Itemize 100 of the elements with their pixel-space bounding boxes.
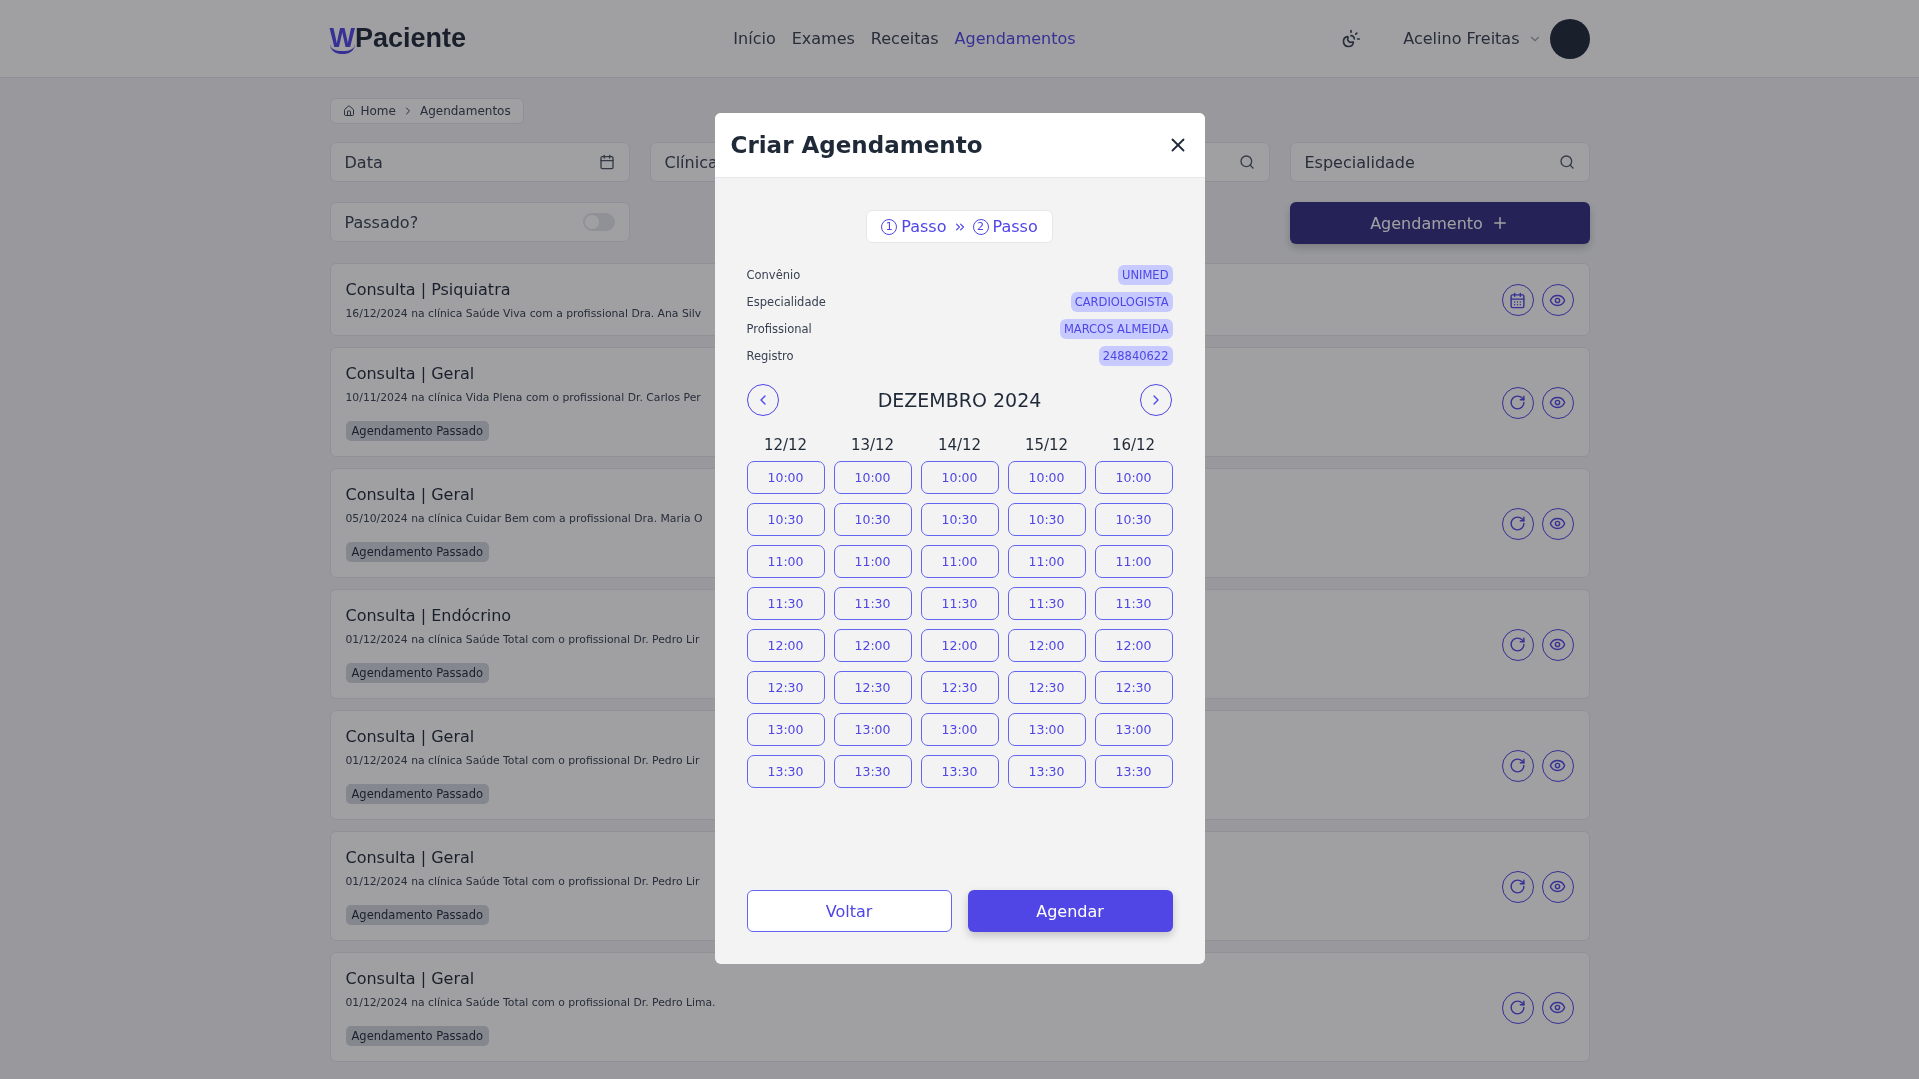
time-slot-button[interactable]: 12:00 bbox=[833, 629, 912, 662]
time-slot-button[interactable]: 10:30 bbox=[833, 503, 912, 536]
time-slot-button[interactable]: 10:30 bbox=[746, 503, 825, 536]
detail-label: Profissional bbox=[746, 322, 812, 336]
status-tag: Agendamento Passado bbox=[345, 1026, 489, 1046]
time-slot-button[interactable]: 12:30 bbox=[1007, 671, 1086, 704]
time-slot-button[interactable]: 12:30 bbox=[833, 671, 912, 704]
time-slot-button[interactable]: 11:30 bbox=[833, 587, 912, 620]
eye-icon bbox=[1549, 757, 1566, 774]
time-slot-button[interactable]: 10:30 bbox=[1094, 503, 1173, 536]
appointment-description: 10/11/2024 na clínica Vida Plena com o profissional Dr. Carlos Per bbox=[345, 391, 701, 404]
eye-icon bbox=[1549, 999, 1566, 1016]
time-slot-button[interactable]: 13:00 bbox=[833, 713, 912, 746]
time-slot-button[interactable]: 10:30 bbox=[1007, 503, 1086, 536]
nav-link[interactable]: Receitas bbox=[870, 29, 939, 48]
avatar[interactable] bbox=[1549, 18, 1590, 59]
time-slot-button[interactable]: 13:00 bbox=[920, 713, 999, 746]
time-slot-button[interactable]: 12:30 bbox=[920, 671, 999, 704]
time-slot-button[interactable]: 11:30 bbox=[746, 587, 825, 620]
month-title: DEZEMBRO 2024 bbox=[877, 389, 1042, 411]
time-slot-button[interactable]: 11:00 bbox=[1007, 545, 1086, 578]
time-slot-button[interactable]: 10:00 bbox=[1007, 461, 1086, 494]
nav-link[interactable]: Agendamentos bbox=[954, 29, 1076, 48]
day-header: 14/12 bbox=[936, 436, 983, 454]
status-tag: Agendamento Passado bbox=[345, 421, 489, 441]
time-slot-button[interactable]: 11:30 bbox=[920, 587, 999, 620]
time-slot-button[interactable]: 12:30 bbox=[746, 671, 825, 704]
appointment-description: 05/10/2024 na clínica Cuidar Bem com a profissional Dra. Maria O bbox=[345, 512, 703, 525]
time-slot-button[interactable]: 12:00 bbox=[920, 629, 999, 662]
logo: WPaciente bbox=[329, 22, 468, 55]
user-name[interactable]: Acelino Freitas bbox=[1403, 29, 1520, 48]
time-slot-button[interactable]: 10:00 bbox=[1094, 461, 1173, 494]
breadcrumb-link[interactable]: Home bbox=[360, 104, 396, 118]
time-slot-button[interactable]: 10:30 bbox=[920, 503, 999, 536]
time-slot-button[interactable]: 11:00 bbox=[833, 545, 912, 578]
day-header: 15/12 bbox=[1023, 436, 1070, 454]
home-icon bbox=[342, 105, 355, 117]
appointment-description: 01/12/2024 na clínica Saúde Total com o profissional Dr. Pedro Lir bbox=[345, 754, 700, 767]
appointment-description: 01/12/2024 na clínica Saúde Total com o profissional Dr. Pedro Lir bbox=[345, 875, 700, 888]
appointment-title: Consulta | Geral bbox=[345, 727, 476, 746]
appointment-title: Consulta | Geral bbox=[345, 485, 476, 504]
time-slot-button[interactable]: 13:30 bbox=[920, 755, 999, 788]
time-slot-button[interactable]: 11:00 bbox=[920, 545, 999, 578]
toggle-label: Passado? bbox=[344, 212, 419, 232]
time-slot-button[interactable]: 11:30 bbox=[1094, 587, 1173, 620]
status-tag: Agendamento Passado bbox=[345, 905, 489, 925]
detail-label: Convênio bbox=[746, 268, 801, 282]
schedule-button[interactable]: Agendar bbox=[967, 890, 1173, 932]
time-slot-button[interactable]: 12:00 bbox=[1094, 629, 1173, 662]
time-slot-button[interactable]: 12:30 bbox=[1094, 671, 1173, 704]
status-tag: Agendamento Passado bbox=[345, 784, 489, 804]
status-tag: Agendamento Passado bbox=[345, 663, 489, 683]
time-slot-button[interactable]: 13:00 bbox=[746, 713, 825, 746]
time-slot-button[interactable]: 10:00 bbox=[920, 461, 999, 494]
detail-tag: UNIMED bbox=[1118, 265, 1173, 285]
refresh-icon bbox=[1509, 757, 1526, 774]
time-slot-button[interactable]: 11:30 bbox=[1007, 587, 1086, 620]
time-slot-button[interactable]: 10:00 bbox=[746, 461, 825, 494]
step-label: Passo bbox=[901, 217, 947, 236]
search-field[interactable]: Especialidade bbox=[1289, 142, 1590, 182]
appointment-title: Consulta | Endócrino bbox=[345, 606, 513, 625]
appointment-description: 16/12/2024 na clínica Saúde Viva com a profissional Dra. Ana Silv bbox=[345, 307, 702, 320]
theme-icon[interactable] bbox=[1341, 28, 1362, 49]
eye-icon bbox=[1549, 878, 1566, 895]
day-header: 16/12 bbox=[1110, 436, 1157, 454]
time-slot-button[interactable]: 13:00 bbox=[1007, 713, 1086, 746]
time-slot-button[interactable]: 11:00 bbox=[1094, 545, 1173, 578]
day-header: 13/12 bbox=[849, 436, 896, 454]
time-slot-button[interactable]: 13:30 bbox=[833, 755, 912, 788]
appointment-title: Consulta | Geral bbox=[345, 364, 476, 383]
step-label: Passo bbox=[992, 217, 1038, 236]
breadcrumb-current: Agendamentos bbox=[419, 104, 511, 118]
search-icon bbox=[1238, 154, 1255, 170]
eye-icon bbox=[1549, 394, 1566, 411]
appointment-title: Consulta | Geral bbox=[345, 848, 476, 867]
time-slot-button[interactable]: 13:30 bbox=[746, 755, 825, 788]
nav-link[interactable]: Início bbox=[733, 29, 776, 48]
status-tag: Agendamento Passado bbox=[345, 542, 489, 562]
time-slot-button[interactable]: 12:00 bbox=[1007, 629, 1086, 662]
refresh-icon bbox=[1509, 999, 1526, 1016]
time-slot-button[interactable]: 13:30 bbox=[1007, 755, 1086, 788]
day-header: 12/12 bbox=[762, 436, 809, 454]
detail-label: Especialidade bbox=[746, 295, 826, 309]
appointment-description: 01/12/2024 na clínica Saúde Total com o profissional Dr. Pedro Lima. bbox=[345, 996, 716, 1009]
nav-link[interactable]: Exames bbox=[791, 29, 855, 48]
appointment-title: Consulta | Geral bbox=[345, 969, 476, 988]
new-appointment-button[interactable]: Agendamento bbox=[1289, 202, 1590, 244]
appointment-description: 01/12/2024 na clínica Saúde Total com o profissional Dr. Pedro Lir bbox=[345, 633, 700, 646]
calendar-icon bbox=[1509, 291, 1526, 309]
eye-icon bbox=[1549, 515, 1566, 532]
time-slot-button[interactable]: 13:30 bbox=[1094, 755, 1173, 788]
back-button[interactable]: Voltar bbox=[746, 890, 952, 932]
time-slot-button[interactable]: 13:00 bbox=[1094, 713, 1173, 746]
date-field[interactable]: Data bbox=[329, 142, 630, 182]
time-slot-button[interactable]: 11:00 bbox=[746, 545, 825, 578]
time-slot-button[interactable]: 12:00 bbox=[746, 629, 825, 662]
time-slot-button[interactable]: 10:00 bbox=[833, 461, 912, 494]
modal-title: Criar Agendamento bbox=[730, 132, 983, 158]
calendar-icon bbox=[598, 154, 615, 170]
refresh-icon bbox=[1509, 636, 1526, 653]
